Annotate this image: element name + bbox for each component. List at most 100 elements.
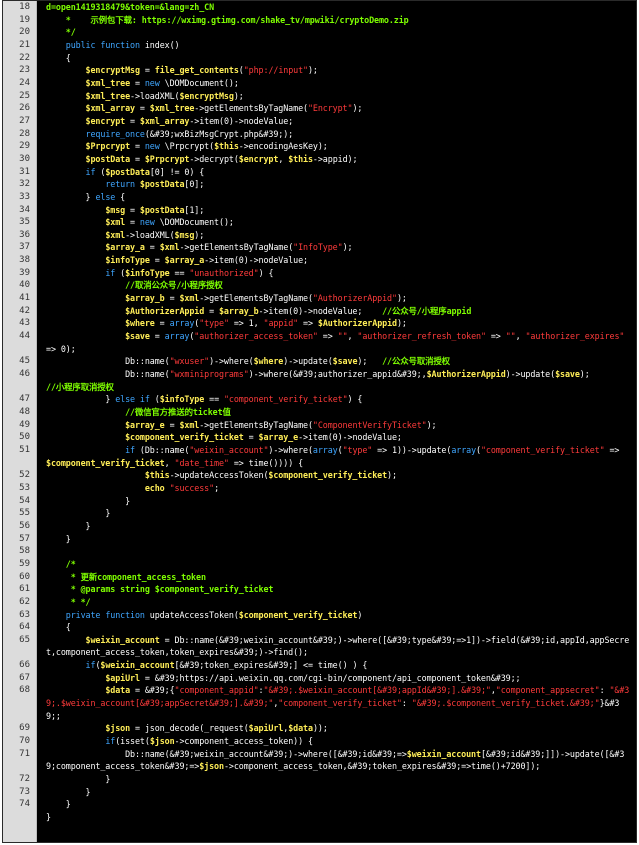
code-token: "" bbox=[505, 331, 516, 342]
code-token: "authorizer_access_token" bbox=[194, 331, 318, 342]
code-token: => 1))->update( bbox=[372, 444, 452, 455]
code-token: $xml_array bbox=[85, 103, 136, 114]
code-token: "InfoType" bbox=[293, 242, 343, 253]
code-line: 37 $array_a = $xml->getElementsByTagName… bbox=[3, 241, 636, 254]
code-token: $component_verify_ticket bbox=[268, 470, 388, 481]
code-line: 22 { bbox=[3, 52, 636, 65]
code-token: new bbox=[139, 217, 155, 228]
line-number: 32 bbox=[19, 179, 30, 190]
code-token: else bbox=[95, 191, 116, 202]
line-text: $array_e = $xml->getElementsByTagName("C… bbox=[36, 419, 636, 432]
code-line: 61 * @params string $component_verify_ti… bbox=[3, 583, 636, 596]
code-line: //小程序取消授权 bbox=[3, 381, 636, 394]
code-token: $array_e bbox=[258, 432, 299, 443]
code-token: $xml bbox=[105, 217, 126, 228]
code-token: ->decrypt( bbox=[189, 153, 239, 164]
line-text: { bbox=[36, 621, 636, 634]
code-token: $postData bbox=[85, 153, 131, 164]
line-text: { bbox=[36, 52, 636, 65]
line-text: } bbox=[36, 520, 636, 533]
code-token: = bbox=[139, 65, 155, 76]
code-token: "php://input" bbox=[243, 65, 308, 76]
code-editor[interactable]: 18 d=open1419318479&token=&lang=zh_CN 19 *… bbox=[2, 0, 637, 843]
code-token: ->updateAccessToken( bbox=[169, 470, 269, 481]
code-token: } bbox=[46, 786, 91, 797]
code-token: ); bbox=[387, 470, 397, 481]
code-token: = &#39;https://api.weixin.qq.com/cgi-bin… bbox=[139, 672, 521, 683]
line-number: 66 bbox=[19, 660, 30, 671]
code-line: 67 $apiUrl = &#39;https://api.weixin.qq.… bbox=[3, 672, 636, 685]
code-token: = bbox=[164, 293, 180, 304]
code-token: else if bbox=[115, 394, 150, 405]
code-token: array bbox=[169, 318, 195, 329]
line-text: Db::name(&#39;weixin_account&#39;)->wher… bbox=[36, 748, 636, 773]
line-number: 34 bbox=[19, 204, 30, 215]
code-token: ( bbox=[95, 166, 106, 177]
code-token: (&#39;wxBizMsgCrypt.php&#39;); bbox=[144, 128, 294, 139]
line-number: 22 bbox=[19, 52, 30, 63]
code-token: ->getElementsByTagName( bbox=[199, 293, 313, 304]
code-line: 43 $where = array("type" => 1, "appid" =… bbox=[3, 317, 636, 330]
code-token: } bbox=[46, 495, 131, 506]
code-token: , bbox=[164, 457, 175, 468]
code-token: } bbox=[46, 774, 111, 785]
code-token: = bbox=[125, 204, 140, 215]
code-token: $Prpcrypt bbox=[85, 141, 131, 152]
code-token: => bbox=[298, 318, 318, 329]
line-number: 63 bbox=[19, 609, 30, 620]
code-token: => time()))) { bbox=[228, 457, 304, 468]
code-token: $component_verify_ticket bbox=[125, 432, 244, 443]
code-token: /* bbox=[65, 558, 76, 569]
code-line: 73 } bbox=[3, 786, 636, 799]
line-number: 51 bbox=[19, 444, 30, 455]
code-token: "unauthorized" bbox=[189, 267, 259, 278]
code-token: $apiUrl bbox=[105, 672, 140, 683]
code-token: } bbox=[46, 812, 51, 822]
code-token: $AuthorizerAppid bbox=[426, 369, 506, 380]
code-token: } bbox=[46, 799, 71, 810]
code-token: ); bbox=[194, 229, 205, 240]
code-token: $encrypt bbox=[85, 115, 126, 126]
line-text: $where = array("type" => 1, "appid" => $… bbox=[36, 317, 636, 330]
line-text: $infoType = $array_a->item(0)->nodeValue… bbox=[36, 254, 636, 267]
code-token: ->item(0)->nodeValue; bbox=[204, 255, 308, 266]
code-line: 23 $encryptMsg = file_get_contents("php:… bbox=[3, 64, 636, 77]
code-token: => bbox=[485, 331, 506, 342]
code-token: $where bbox=[125, 318, 155, 329]
code-token: "ComponentVerifyTicket" bbox=[312, 419, 427, 430]
code-token: $array_a bbox=[164, 255, 205, 266]
code-token: [0]; bbox=[184, 179, 205, 190]
line-text: } else { bbox=[36, 191, 636, 204]
code-token: } bbox=[46, 520, 91, 531]
code-token: = bbox=[154, 318, 170, 329]
line-number: 38 bbox=[19, 255, 30, 266]
code-line: 46 Db::name("wxminiprograms")->where(&#3… bbox=[3, 368, 636, 381]
line-number: 56 bbox=[19, 520, 30, 531]
code-token: ); bbox=[426, 419, 437, 430]
line-text: if ($infoType == "unauthorized") { bbox=[36, 267, 636, 280]
code-area[interactable]: 18 d=open1419318479&token=&lang=zh_CN 19 *… bbox=[3, 1, 636, 824]
code-token: ->item(0)->nodeValue; bbox=[258, 305, 383, 316]
code-token: "&#39;.$weixin_account[&#39;appId&#39;].… bbox=[263, 685, 491, 696]
code-token: $postData bbox=[139, 204, 185, 215]
line-number: 18 bbox=[19, 2, 30, 12]
line-text: return $postData[0]; bbox=[36, 178, 636, 191]
code-line: 72 } bbox=[3, 773, 636, 786]
code-token: = bbox=[125, 115, 140, 126]
code-token: ( bbox=[115, 267, 126, 278]
code-line: 62 * */ bbox=[3, 596, 636, 609]
line-number: 31 bbox=[19, 166, 30, 177]
code-token: = bbox=[130, 141, 145, 152]
code-token: new bbox=[144, 141, 160, 152]
code-line: 26 $xml_array = $xml_tree->getElementsBy… bbox=[3, 102, 636, 115]
line-text: $xml_tree->loadXML($encryptMsg); bbox=[36, 90, 636, 103]
line-number: 60 bbox=[19, 571, 30, 582]
